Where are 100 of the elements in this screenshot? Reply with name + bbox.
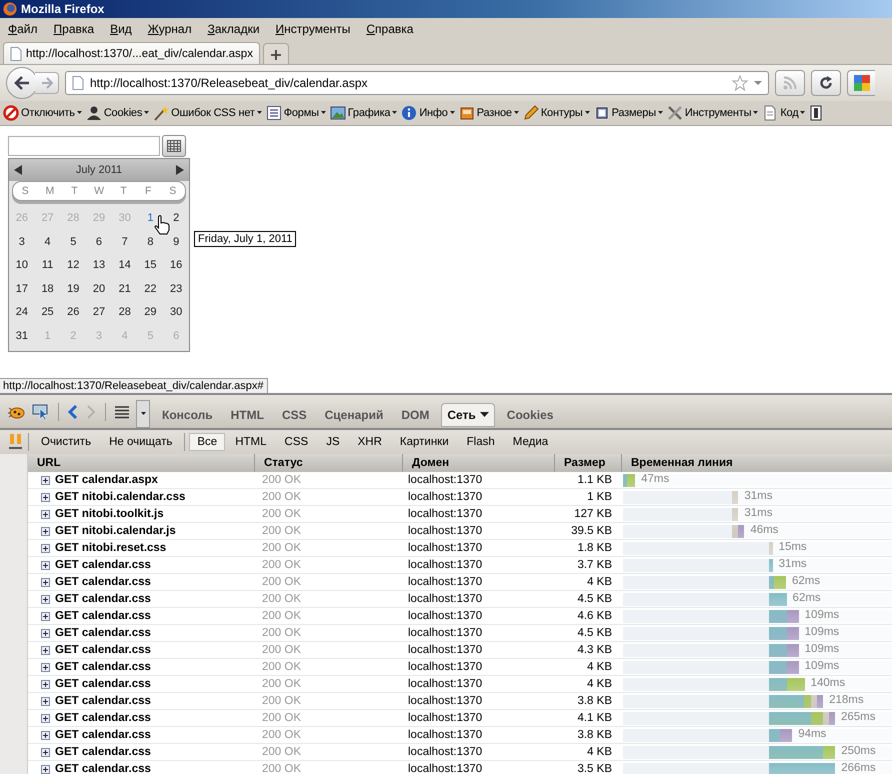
calendar-day[interactable]: 26: [60, 301, 86, 324]
column-header[interactable]: URL: [28, 454, 255, 472]
menu-item[interactable]: Вид: [102, 22, 140, 36]
request-url[interactable]: GET calendar.css: [55, 627, 151, 639]
menu-item[interactable]: Файл: [0, 22, 46, 36]
calendar-day[interactable]: 20: [86, 278, 112, 301]
calendar-day[interactable]: 4: [34, 230, 60, 254]
request-url[interactable]: GET calendar.css: [55, 763, 151, 774]
column-header[interactable]: Размер: [555, 454, 622, 472]
filter-button[interactable]: Картинки: [392, 433, 457, 451]
menu-item[interactable]: Справка: [358, 22, 422, 36]
calendar-day[interactable]: 27: [86, 301, 112, 324]
toolbar-menu[interactable]: Формы: [266, 105, 326, 121]
panel-tab[interactable]: HTML: [224, 403, 270, 427]
calendar-day[interactable]: 31: [9, 324, 35, 348]
calendar-day[interactable]: 11: [34, 254, 60, 278]
filter-button[interactable]: XHR: [350, 433, 390, 451]
request-url[interactable]: GET calendar.css: [55, 610, 151, 622]
filter-button[interactable]: JS: [318, 433, 348, 451]
calendar-day[interactable]: 14: [112, 254, 138, 278]
toolbar-menu[interactable]: Ошибок CSS нет: [153, 105, 262, 121]
toolbar-menu[interactable]: Контуры: [522, 105, 590, 121]
domain-cell: localhost:1370: [408, 661, 482, 673]
calendar-day[interactable]: 9: [163, 230, 189, 254]
request-url[interactable]: GET calendar.css: [55, 593, 151, 605]
calendar-day[interactable]: 6: [86, 230, 112, 254]
column-header[interactable]: Домен: [403, 454, 555, 472]
request-url[interactable]: GET calendar.css: [55, 729, 151, 741]
toolbar-menu[interactable]: Отключить: [3, 105, 82, 121]
request-url[interactable]: GET calendar.css: [55, 712, 151, 724]
status-cell: 200 OK: [262, 508, 301, 520]
status-cell: 200 OK: [262, 627, 301, 639]
calendar-day[interactable]: 3: [9, 230, 35, 254]
calendar-day[interactable]: 17: [9, 278, 35, 301]
request-url[interactable]: GET calendar.css: [55, 576, 151, 588]
request-url[interactable]: GET calendar.css: [55, 746, 151, 758]
request-url[interactable]: GET calendar.css: [55, 695, 151, 707]
filter-button[interactable]: Все: [189, 433, 226, 451]
calendar-day[interactable]: 7: [112, 230, 138, 254]
toolbar-menu[interactable]: Cookies: [86, 105, 150, 121]
filter-button[interactable]: HTML: [227, 433, 275, 451]
link-status: http://localhost:1370/Releasebeat_div/calendar.aspx#: [0, 378, 268, 393]
browser-tab[interactable]: http://localhost:1370/...eat_div/calendar.aspx: [3, 42, 260, 64]
menu-item[interactable]: Закладки: [200, 22, 268, 36]
panel-tab[interactable]: Сеть: [441, 403, 495, 427]
panel-tab[interactable]: Консоль: [156, 403, 219, 427]
calendar-day[interactable]: 22: [138, 278, 164, 301]
filter-button[interactable]: CSS: [276, 433, 316, 451]
calendar-day[interactable]: 28: [112, 301, 138, 324]
toolbar-menu[interactable]: Разное: [458, 105, 519, 121]
duration-label: 109ms: [804, 642, 840, 654]
calendar-day[interactable]: 5: [60, 230, 86, 254]
toolbar-menu[interactable]: Инструменты: [666, 105, 758, 121]
panel-tab[interactable]: Cookies: [500, 403, 560, 427]
request-url[interactable]: GET nitobi.reset.css: [55, 542, 166, 554]
calendar-day[interactable]: 25: [34, 301, 60, 324]
request-url[interactable]: GET calendar.aspx: [55, 474, 158, 486]
panel-tab[interactable]: DOM: [395, 403, 436, 427]
calendar-day[interactable]: 19: [60, 278, 86, 301]
calendar-day[interactable]: 29: [138, 301, 164, 324]
menu-item[interactable]: Правка: [46, 22, 102, 36]
calendar-day[interactable]: 21: [112, 278, 138, 301]
toolbar-button[interactable]: Не очищать: [101, 433, 180, 451]
calendar-day[interactable]: 18: [34, 278, 60, 301]
column-header[interactable]: Статус: [255, 454, 403, 472]
address-field[interactable]: http://localhost:1370/Releasebeat_div/calendar.aspx: [65, 71, 769, 95]
toolbar-button[interactable]: Очистить: [33, 433, 100, 451]
toolbar-menu[interactable]: Размеры: [594, 105, 663, 121]
calendar-day[interactable]: 23: [163, 278, 189, 301]
request-url[interactable]: GET calendar.css: [55, 678, 151, 690]
menu-item[interactable]: Инструменты: [268, 22, 358, 36]
request-url[interactable]: GET nitobi.toolkit.js: [55, 508, 164, 520]
toolbar-menu[interactable]: Инфо: [401, 105, 455, 121]
duration-label: 15ms: [778, 540, 807, 552]
calendar-day[interactable]: 8: [138, 230, 164, 254]
panel-tab[interactable]: CSS: [276, 403, 313, 427]
new-tab-button[interactable]: +: [262, 43, 289, 64]
calendar-day[interactable]: 10: [9, 254, 35, 278]
duration-label: 109ms: [804, 626, 840, 638]
calendar-day[interactable]: 15: [138, 254, 164, 278]
column-header[interactable]: Временная линия: [622, 454, 892, 472]
duration-label: 31ms: [743, 506, 773, 518]
calendar-day[interactable]: 16: [163, 254, 189, 278]
toolbar-menu[interactable]: Код: [762, 105, 806, 121]
calendar-day[interactable]: 30: [163, 301, 189, 324]
menu-item[interactable]: Журнал: [140, 22, 200, 36]
request-url[interactable]: GET nitobi.calendar.js: [55, 525, 176, 537]
toolbar-menu[interactable]: Графика: [330, 105, 398, 121]
calendar-day[interactable]: 12: [60, 254, 86, 278]
month-title: July 2011: [76, 164, 122, 176]
status-cell: 200 OK: [262, 763, 301, 774]
calendar-day[interactable]: 13: [86, 254, 112, 278]
request-url[interactable]: GET calendar.css: [55, 559, 151, 571]
calendar-day[interactable]: 24: [9, 301, 35, 324]
request-url[interactable]: GET nitobi.calendar.css: [55, 491, 186, 503]
filter-button[interactable]: Медиа: [504, 433, 556, 451]
request-url[interactable]: GET calendar.css: [55, 644, 151, 656]
panel-tab[interactable]: Сценарий: [318, 403, 390, 427]
request-url[interactable]: GET calendar.css: [55, 661, 151, 673]
filter-button[interactable]: Flash: [458, 433, 503, 451]
